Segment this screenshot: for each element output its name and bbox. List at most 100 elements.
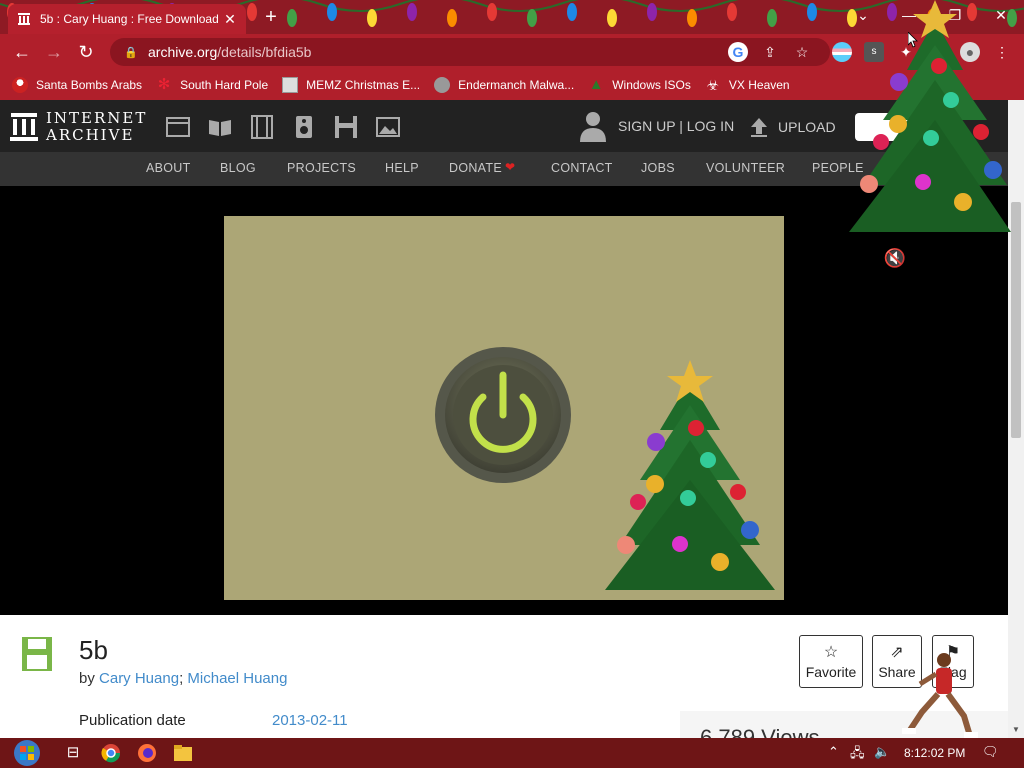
images-icon[interactable] bbox=[375, 114, 401, 140]
signup-text: SIGN UP | LOG IN bbox=[618, 118, 735, 134]
video-film-icon[interactable] bbox=[249, 114, 275, 140]
light-bulb-icon bbox=[367, 9, 377, 27]
light-bulb-icon bbox=[567, 3, 577, 21]
item-details: 5b by Cary Huang; Michael Huang Publicat… bbox=[0, 615, 1008, 750]
firefox-taskbar-icon[interactable] bbox=[136, 743, 158, 763]
runner-sprite-overlay bbox=[902, 653, 978, 738]
nav-jobs[interactable]: JOBS bbox=[641, 161, 675, 175]
bookmark-item[interactable]: ☣ VX Heaven bbox=[705, 77, 790, 93]
tab-title: 5b : Cary Huang : Free Download bbox=[40, 12, 219, 26]
bookmark-label: VX Heaven bbox=[728, 78, 790, 92]
santa-icon bbox=[12, 77, 28, 93]
taskbar-clock[interactable]: 8:12:02 PM bbox=[904, 746, 965, 760]
archive-building-icon bbox=[10, 113, 38, 141]
bookmark-item[interactable]: Endermanch Malwa... bbox=[434, 77, 574, 93]
share-icon[interactable]: ⇪ bbox=[760, 42, 780, 62]
back-arrow-icon[interactable]: ← bbox=[10, 40, 34, 64]
tree-icon: ▲ bbox=[588, 76, 604, 93]
texts-book-icon[interactable] bbox=[207, 114, 233, 140]
google-icon[interactable]: G bbox=[728, 42, 748, 62]
light-bulb-icon bbox=[727, 3, 737, 21]
software-floppy-icon[interactable] bbox=[333, 114, 359, 140]
forward-arrow-icon[interactable]: → bbox=[42, 40, 66, 64]
logo-line-2: ARCHIVE bbox=[46, 126, 135, 144]
light-bulb-icon bbox=[767, 9, 777, 27]
light-bulb-icon bbox=[247, 3, 257, 21]
url-host: archive.org bbox=[148, 44, 218, 60]
logo-line-1: INTERNET bbox=[46, 109, 148, 127]
bookmark-label: MEMZ Christmas E... bbox=[306, 78, 421, 92]
signup-login-link[interactable]: SIGN UP | LOG IN bbox=[578, 110, 734, 142]
ia-logo[interactable]: INTERNET ARCHIVE bbox=[10, 110, 147, 144]
favorite-button[interactable]: ☆ Favorite bbox=[799, 635, 863, 688]
url-path: /details/bfdia5b bbox=[217, 44, 312, 60]
light-bulb-icon bbox=[527, 9, 537, 27]
tray-chevron-icon[interactable]: ⌃ bbox=[828, 744, 839, 760]
reload-icon[interactable]: ↻ bbox=[74, 40, 98, 64]
internet-archive-favicon-icon bbox=[16, 11, 32, 27]
chrome-taskbar-icon[interactable] bbox=[100, 743, 122, 763]
file-explorer-icon[interactable] bbox=[172, 743, 194, 763]
web-icon[interactable] bbox=[165, 114, 191, 140]
favorite-label: Favorite bbox=[805, 663, 857, 680]
star-icon: ☆ bbox=[823, 643, 839, 661]
author-link[interactable]: Cary Huang bbox=[99, 670, 179, 687]
network-icon[interactable]: 🖧 bbox=[850, 744, 865, 766]
bookmark-label: Santa Bombs Arabs bbox=[36, 78, 143, 92]
light-bulb-icon bbox=[327, 3, 337, 21]
light-bulb-icon bbox=[447, 9, 457, 27]
nav-volunteer[interactable]: VOLUNTEER bbox=[706, 161, 785, 175]
task-view-icon[interactable]: ⊟ bbox=[62, 743, 84, 763]
windows-taskbar: ⊟ ⌃ 🖧 🔈 8:12:02 PM 🗨 bbox=[0, 738, 1024, 768]
windows-start-orb-icon[interactable] bbox=[8, 738, 46, 768]
pubdate-label: Publication date bbox=[79, 712, 186, 729]
nav-donate[interactable]: DONATE bbox=[449, 161, 502, 175]
light-bulb-icon bbox=[407, 3, 417, 21]
light-bulb-icon bbox=[647, 3, 657, 21]
memz-icon bbox=[282, 77, 299, 93]
by-prefix: by bbox=[79, 670, 95, 687]
notifications-icon[interactable]: 🗨 bbox=[982, 744, 999, 760]
biohazard-icon: ☣ bbox=[706, 77, 720, 93]
nav-help[interactable]: HELP bbox=[385, 161, 419, 175]
nav-contact[interactable]: CONTACT bbox=[551, 161, 613, 175]
new-tab-button[interactable]: + bbox=[260, 6, 282, 28]
tab-close-icon[interactable]: ✕ bbox=[222, 11, 238, 28]
light-bulb-icon bbox=[487, 3, 497, 21]
active-tab[interactable]: 5b : Cary Huang : Free Download ✕ bbox=[8, 4, 246, 34]
christmas-tree-decoration bbox=[605, 360, 775, 590]
nav-about[interactable]: ABOUT bbox=[146, 161, 191, 175]
power-button-icon[interactable] bbox=[433, 345, 573, 485]
light-bulb-icon bbox=[287, 9, 297, 27]
audio-speaker-icon[interactable] bbox=[291, 114, 317, 140]
bookmark-item[interactable]: Santa Bombs Arabs bbox=[12, 77, 142, 93]
upload-text: UPLOAD bbox=[778, 119, 836, 135]
bookmark-label: Windows ISOs bbox=[612, 78, 691, 92]
snowflake-icon: ✻ bbox=[157, 76, 171, 93]
bookmark-item[interactable]: ✻ South Hard Pole bbox=[156, 77, 268, 93]
light-bulb-icon bbox=[687, 9, 697, 27]
scroll-down-arrow-icon[interactable]: ▼ bbox=[1012, 725, 1020, 734]
light-bulb-icon bbox=[807, 3, 817, 21]
volume-icon[interactable]: 🔈 bbox=[874, 744, 890, 760]
nav-blog[interactable]: BLOG bbox=[220, 161, 256, 175]
heart-icon: ❤ bbox=[505, 160, 516, 174]
item-authors: by Cary Huang; Michael Huang bbox=[79, 670, 287, 687]
nav-projects[interactable]: PROJECTS bbox=[287, 161, 356, 175]
address-bar[interactable]: 🔒 archive.org/details/bfdia5b bbox=[110, 38, 830, 66]
upload-link[interactable]: UPLOAD bbox=[748, 116, 836, 138]
bookmark-star-icon[interactable]: ☆ bbox=[792, 42, 812, 62]
raccoon-icon bbox=[434, 77, 451, 93]
desktop-christmas-tree-overlay bbox=[849, 0, 1011, 232]
author-link[interactable]: Michael Huang bbox=[187, 670, 287, 687]
upload-arrow-icon bbox=[751, 118, 767, 137]
lock-icon: 🔒 bbox=[124, 46, 138, 59]
mouse-cursor-icon bbox=[908, 32, 918, 48]
item-title: 5b bbox=[79, 635, 108, 665]
pubdate-value[interactable]: 2013-02-11 bbox=[272, 712, 348, 729]
bookmark-label: Endermanch Malwa... bbox=[458, 78, 575, 92]
bookmark-item[interactable]: MEMZ Christmas E... bbox=[282, 77, 420, 93]
mute-speaker-icon[interactable]: 🔇 bbox=[881, 248, 909, 269]
user-avatar-icon bbox=[580, 112, 606, 142]
bookmark-item[interactable]: ▲ Windows ISOs bbox=[588, 77, 691, 93]
